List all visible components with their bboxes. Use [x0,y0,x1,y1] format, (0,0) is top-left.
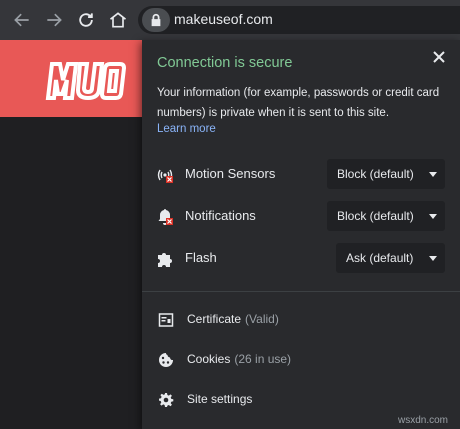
select-value: Ask (default) [346,251,414,265]
motion-sensors-blocked-icon [157,169,173,183]
flash-select[interactable]: Ask (default) [336,243,445,273]
reload-icon[interactable] [74,8,98,32]
connection-status-title: Connection is secure [157,55,293,71]
permission-row-flash: Flash Ask (default) [142,243,460,273]
dropdown-caret-icon [429,172,437,177]
dropdown-caret-icon [429,256,437,261]
cookies-row[interactable]: Cookies (26 in use) [142,347,460,373]
permission-label: Flash [185,250,217,265]
link-label: Cookies (26 in use) [187,352,291,366]
motion-sensors-select[interactable]: Block (default) [327,159,445,189]
select-value: Block (default) [337,209,414,223]
site-settings-label: Site settings [187,392,253,406]
gear-icon [159,393,174,407]
connection-description: Your information (for example, passwords… [157,87,440,119]
notifications-select[interactable]: Block (default) [327,201,445,231]
permission-row-motion-sensors: Motion Sensors Block (default) [142,159,460,189]
site-settings-row[interactable]: Site settings [142,387,460,413]
permission-label: Notifications [185,208,256,223]
certificate-label: Certificate [187,312,242,326]
back-arrow-icon[interactable] [10,8,34,32]
home-icon[interactable] [106,8,130,32]
url-text[interactable]: makeuseof.com [174,11,273,27]
section-divider [142,291,460,292]
cookies-label: Cookies [187,352,231,366]
notifications-blocked-icon [158,209,173,225]
site-info-popup: Connection is secure Your information (f… [142,40,460,429]
cookie-icon [159,353,173,367]
permission-row-notifications: Notifications Block (default) [142,201,460,231]
forward-arrow-icon[interactable] [42,8,66,32]
link-label: Certificate (Valid) [187,312,279,326]
certificate-icon [158,313,174,327]
select-value: Block (default) [337,167,414,181]
certificate-row[interactable]: Certificate (Valid) [142,307,460,333]
close-icon[interactable] [430,48,448,66]
certificate-status: (Valid) [245,312,279,326]
cookies-count: (26 in use) [234,352,292,366]
puzzle-icon [158,253,172,267]
dropdown-caret-icon [429,214,437,219]
permission-label: Motion Sensors [185,166,276,181]
browser-window: makeuseof.com Connection is secure Your … [0,0,460,429]
watermark: wsxdn.com [397,415,448,426]
site-logo[interactable] [44,58,126,102]
browser-toolbar: makeuseof.com [0,0,460,40]
lock-icon[interactable] [142,8,170,32]
learn-more-link[interactable]: Learn more [157,123,216,135]
